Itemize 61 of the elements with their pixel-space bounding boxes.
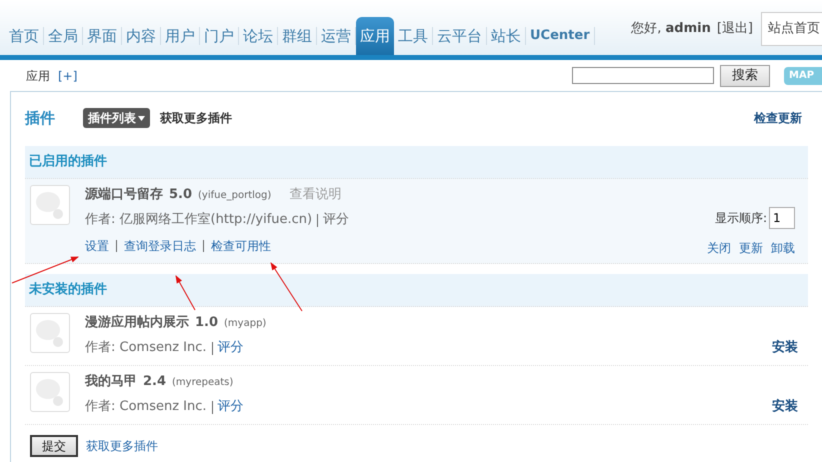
nav-tab[interactable]: 首页 (5, 17, 43, 55)
order-label: 显示顺序: (714, 210, 767, 227)
more-plugins-link[interactable]: 获取更多插件 (160, 109, 232, 127)
plugin-link[interactable]: 查询登录日志 (124, 237, 196, 255)
add-link[interactable]: [+] (58, 66, 78, 84)
install-link[interactable]: 安装 (772, 396, 798, 416)
submit-button[interactable]: 提交 (30, 435, 78, 457)
greeting-text: 您好, admin (631, 20, 711, 38)
plugin-id: (myrepeats) (172, 376, 234, 390)
section-header: 已启用的插件 (25, 146, 808, 179)
nav-tab[interactable]: 工具 (394, 17, 432, 55)
rating-link[interactable]: 评分 (218, 397, 244, 417)
logout-link[interactable]: [退出] (716, 19, 753, 39)
nav-tab[interactable]: 站长 (487, 17, 525, 55)
rating-link[interactable]: 评分 (323, 210, 350, 230)
plugin-id: (yifue_portlog) (198, 189, 272, 203)
plugin-name: 我的马甲 (85, 373, 137, 391)
nav-tab[interactable]: 内容 (122, 17, 160, 55)
plugin-version: 2.4 (143, 373, 166, 391)
plugin-list-dropdown[interactable]: 插件列表 (83, 108, 150, 128)
rating-link[interactable]: 评分 (218, 338, 244, 358)
nav-tab[interactable]: 运营 (317, 17, 355, 55)
plugin-author: 作者: Comsenz Inc. (85, 398, 207, 416)
search-button[interactable]: 搜索 (720, 64, 770, 86)
search-field[interactable] (572, 67, 714, 84)
nav-tab[interactable]: UCenter (526, 17, 594, 55)
plugin-action-link[interactable]: 卸载 (771, 239, 795, 257)
more-plugins-link[interactable]: 获取更多插件 (86, 437, 158, 455)
install-link[interactable]: 安装 (772, 338, 798, 357)
plugin-link[interactable]: 检查可用性 (211, 237, 271, 255)
nav-tab[interactable]: 用户 (161, 17, 199, 55)
section-header: 未安装的插件 (25, 274, 808, 307)
annotation-arrow (12, 256, 79, 284)
check-updates-link[interactable]: 检查更新 (754, 109, 802, 127)
plugin-action-link[interactable]: 关闭 (707, 239, 731, 257)
plugin-action-link[interactable]: 更新 (739, 239, 763, 257)
plugin-id: (myapp) (224, 317, 266, 331)
plugin-link[interactable]: 设置 (85, 237, 109, 255)
nav-tab[interactable]: 论坛 (239, 17, 277, 55)
nav-tab[interactable]: 界面 (83, 17, 121, 55)
nav-tab[interactable]: 群组 (278, 17, 316, 55)
plugin-version: 5.0 (169, 186, 192, 204)
site-select[interactable]: 站点首页 (761, 12, 822, 46)
page-title: 插件 (25, 108, 55, 129)
plugin-icon (30, 372, 70, 412)
plugin-name: 源端口号留存 (85, 186, 163, 204)
plugin-author: 作者: Comsenz Inc. (85, 339, 207, 358)
nav-tab[interactable]: 门户 (200, 17, 238, 55)
nav-tab[interactable]: 应用 (356, 17, 394, 55)
plugin-name: 漫游应用帖内展示 (85, 314, 189, 332)
annotation-arrow (270, 262, 302, 312)
caret-icon (138, 116, 145, 120)
plugin-icon (30, 313, 70, 353)
plugin-author: 作者: 亿服网络工作室(http://yifue.cn) (85, 211, 312, 230)
plugin-icon (30, 185, 70, 225)
annotation-arrow (176, 275, 196, 310)
nav-tab[interactable]: 全局 (44, 17, 82, 55)
nav-tab[interactable]: 云平台 (433, 17, 486, 55)
subnav-label: 应用 (26, 68, 50, 84)
plugin-version: 1.0 (195, 314, 218, 332)
order-field[interactable]: 1 (769, 207, 795, 229)
